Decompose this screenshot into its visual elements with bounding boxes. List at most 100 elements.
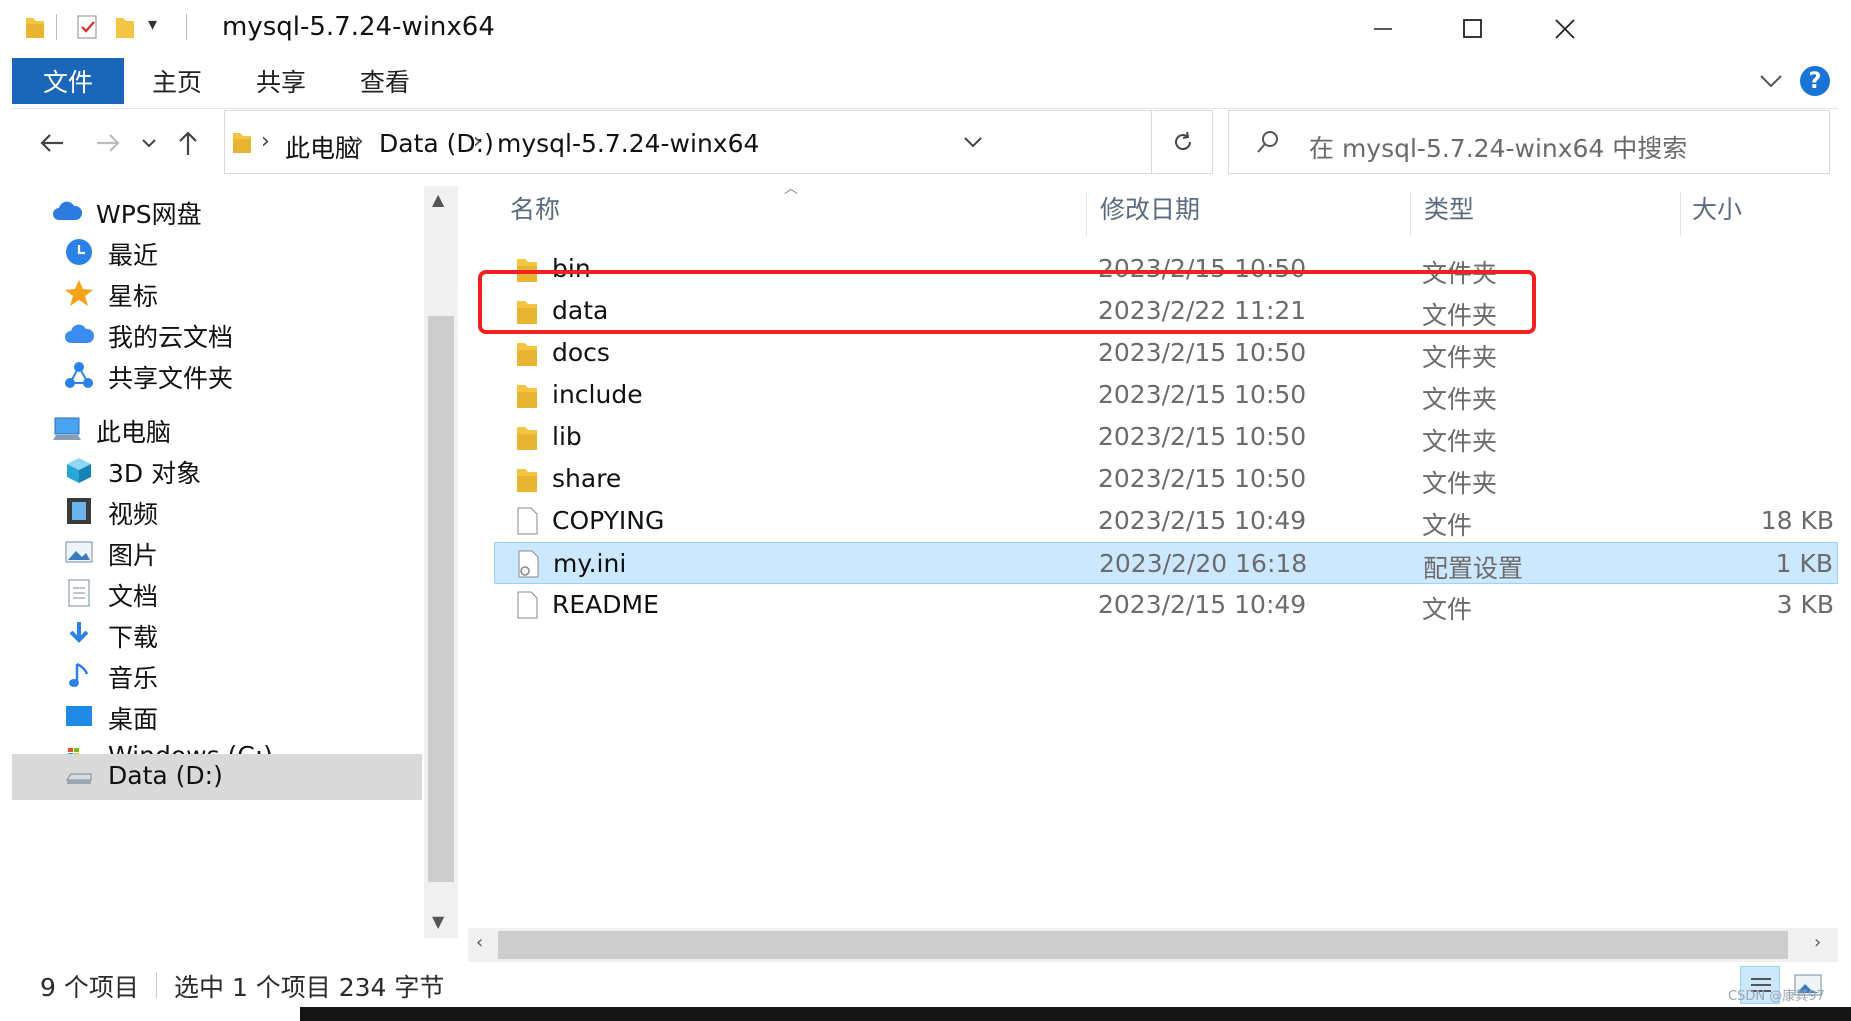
file-date: 2023/2/15 10:49	[1098, 590, 1307, 619]
scroll-down-icon[interactable]: ▼	[432, 912, 444, 931]
sidebar-item-starred[interactable]: 星标	[12, 270, 422, 316]
file-size: 18 KB	[1760, 506, 1834, 535]
sidebar-item-cloud-docs[interactable]: 我的云文档	[12, 311, 422, 357]
folder-icon	[517, 343, 537, 366]
file-row[interactable]: README 2023/2/15 10:49 文件 3 KB	[494, 584, 1838, 626]
watermark: CSDN @康其97	[1728, 989, 1825, 1004]
sidebar-item-music[interactable]: 音乐	[12, 652, 422, 698]
sidebar-item-label: Data (D:)	[108, 761, 223, 790]
search-box[interactable]: 在 mysql-5.7.24-winx64 中搜索	[1228, 110, 1830, 174]
tab-view[interactable]: 查看	[360, 58, 410, 104]
file-name: my.ini	[553, 549, 627, 578]
document-icon	[64, 578, 94, 608]
sidebar-item-pictures[interactable]: 图片	[12, 529, 422, 575]
column-header-size[interactable]: 大小	[1692, 190, 1742, 226]
back-button[interactable]	[32, 118, 72, 168]
up-button[interactable]	[168, 118, 208, 168]
sidebar-item-recent[interactable]: 最近	[12, 229, 422, 275]
music-icon	[64, 660, 94, 690]
sort-ascending-icon: ︿	[784, 181, 798, 197]
file-type: 文件夹	[1422, 427, 1498, 456]
download-icon	[64, 619, 94, 649]
address-bar[interactable]: › 此电脑 › Data (D:) › mysql-5.7.24-winx64	[224, 110, 1152, 174]
sidebar-item-shared-folder[interactable]: 共享文件夹	[12, 352, 422, 398]
file-row[interactable]: docs 2023/2/15 10:50 文件夹	[494, 332, 1838, 374]
file-row[interactable]: my.ini 2023/2/20 16:18 配置设置 1 KB	[494, 542, 1838, 584]
cloud-doc-icon	[64, 319, 94, 349]
file-type: 配置设置	[1423, 554, 1524, 583]
status-bar: 9 个项目 选中 1 个项目 234 字节	[12, 962, 1838, 1007]
tab-share[interactable]: 共享	[256, 58, 306, 104]
breadcrumb-this-pc[interactable]: 此电脑	[285, 129, 360, 165]
file-date: 2023/2/15 10:50	[1098, 464, 1307, 493]
properties-icon[interactable]	[76, 12, 100, 42]
sidebar-scrollbar-thumb[interactable]	[428, 316, 454, 882]
new-folder-icon[interactable]	[114, 14, 136, 40]
file-date: 2023/2/15 10:49	[1098, 506, 1307, 535]
sidebar-item-videos[interactable]: 视频	[12, 488, 422, 534]
ribbon-expand-icon[interactable]	[1758, 72, 1784, 90]
sidebar-item-data-d[interactable]: Data (D:)	[12, 754, 422, 800]
scroll-up-icon[interactable]: ▲	[432, 190, 444, 209]
star-icon	[64, 278, 94, 308]
breadcrumb-chevron-icon[interactable]: ›	[355, 129, 364, 154]
minimize-button[interactable]	[1338, 0, 1428, 58]
file-row[interactable]: COPYING 2023/2/15 10:49 文件 18 KB	[494, 500, 1838, 542]
file-name: include	[552, 380, 643, 409]
breadcrumb-chevron-icon[interactable]: ›	[261, 129, 270, 154]
minimize-icon	[1374, 28, 1392, 30]
file-type: 文件	[1422, 511, 1473, 540]
settings-file-icon	[518, 550, 539, 578]
highlight-box	[478, 270, 1536, 334]
sidebar-item-wps-cloud[interactable]: WPS网盘	[12, 188, 422, 234]
file-icon	[517, 507, 538, 535]
search-input[interactable]: 在 mysql-5.7.24-winx64 中搜索	[1309, 129, 1687, 165]
file-name: docs	[552, 338, 610, 367]
breadcrumb-chevron-icon[interactable]: ›	[473, 129, 482, 154]
close-icon	[1555, 19, 1575, 39]
sidebar-item-this-pc[interactable]: 此电脑	[12, 406, 422, 452]
file-row[interactable]: share 2023/2/15 10:50 文件夹	[494, 458, 1838, 500]
sidebar-item-downloads[interactable]: 下载	[12, 611, 422, 657]
breadcrumb-mysql[interactable]: mysql-5.7.24-winx64	[497, 129, 759, 158]
sidebar-item-label: 星标	[108, 282, 159, 311]
file-name: README	[552, 590, 659, 619]
tab-home[interactable]: 主页	[152, 58, 202, 104]
navigation-pane: WPS网盘 最近 星标 我的云文档 共享文件夹 此电脑 3D 对象 视频 图片 …	[12, 186, 422, 938]
recent-locations-button[interactable]	[134, 118, 164, 168]
refresh-button[interactable]	[1153, 110, 1213, 174]
sidebar-item-label: 音乐	[108, 664, 159, 693]
column-header-type[interactable]: 类型	[1424, 190, 1474, 226]
maximize-icon	[1463, 19, 1482, 38]
selection-info: 选中 1 个项目 234 字节	[174, 973, 445, 1002]
sidebar-item-label: 视频	[108, 500, 159, 529]
file-date: 2023/2/20 16:18	[1099, 549, 1308, 578]
sidebar-item-3d-objects[interactable]: 3D 对象	[12, 447, 422, 493]
maximize-button[interactable]	[1428, 0, 1518, 58]
column-header-date[interactable]: 修改日期	[1100, 190, 1200, 226]
arrow-up-icon	[179, 131, 197, 155]
drive-d-icon	[64, 762, 94, 792]
sidebar-item-documents[interactable]: 文档	[12, 570, 422, 616]
tab-file[interactable]: 文件	[12, 58, 124, 104]
chevron-down-icon[interactable]	[963, 135, 983, 149]
arrow-left-icon	[40, 134, 63, 152]
cloud-icon	[52, 196, 82, 226]
file-row[interactable]: lib 2023/2/15 10:50 文件夹	[494, 416, 1838, 458]
scroll-right-icon[interactable]: ›	[1814, 932, 1821, 953]
help-button[interactable]: ?	[1800, 66, 1830, 96]
scroll-left-icon[interactable]: ‹	[476, 932, 483, 953]
column-header-name[interactable]: 名称	[510, 190, 560, 226]
file-row[interactable]: include 2023/2/15 10:50 文件夹	[494, 374, 1838, 416]
forward-button[interactable]	[88, 118, 128, 168]
sidebar-item-desktop[interactable]: 桌面	[12, 693, 422, 739]
horizontal-scrollbar-thumb[interactable]	[498, 931, 1788, 959]
folder-icon	[517, 385, 537, 408]
folder-icon	[517, 427, 537, 450]
chevron-down-icon[interactable]: ▾	[148, 14, 157, 35]
picture-icon	[64, 537, 94, 567]
video-icon	[64, 496, 94, 526]
file-size: 1 KB	[1775, 549, 1833, 578]
close-button[interactable]	[1520, 0, 1610, 58]
sidebar-item-label: 此电脑	[96, 418, 172, 447]
